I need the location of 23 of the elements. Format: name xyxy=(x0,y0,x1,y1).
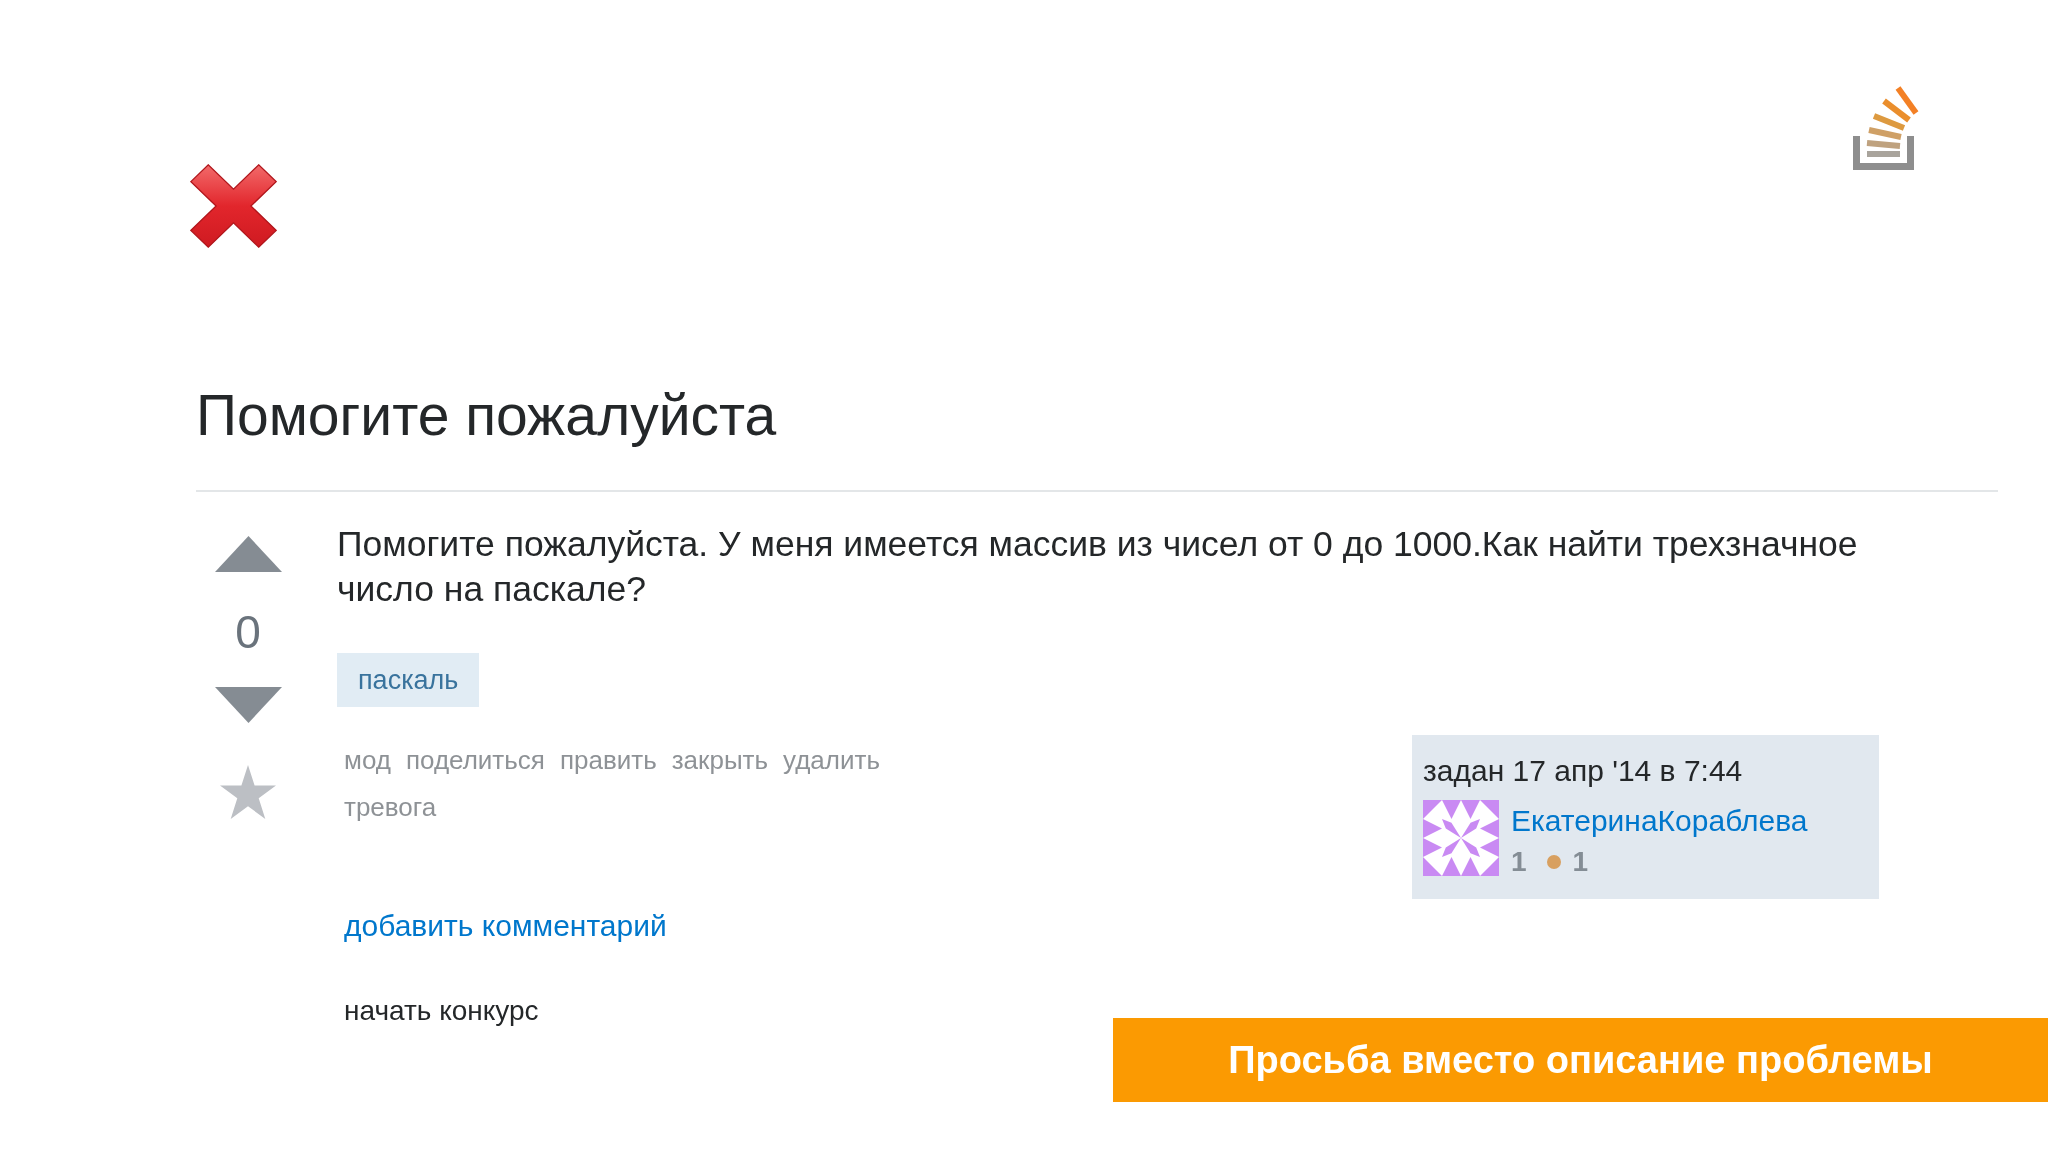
post-menu-link[interactable]: поделиться xyxy=(405,737,545,784)
question-body: Помогите пожалуйста. У меня имеется массив из чисел от 0 до 1000.Как найти трехзначное число на паскале? xyxy=(337,523,1859,611)
post-menu-link[interactable]: закрыть xyxy=(671,737,769,784)
downvote-arrow-icon[interactable] xyxy=(214,687,282,723)
post-menu-link[interactable]: тревога xyxy=(344,784,437,831)
caption-banner: Просьба вместо описание проблемы xyxy=(1113,1018,2048,1102)
badge-count: 1 xyxy=(1572,846,1589,878)
stacked-bars-logo-icon xyxy=(1853,85,1920,170)
post-menu-link[interactable]: править xyxy=(559,737,657,784)
start-bounty-link[interactable]: начать конкурс xyxy=(344,991,539,1031)
cross-mark-icon xyxy=(190,164,277,248)
tag[interactable]: паскаль xyxy=(337,653,480,707)
reputation-count: 1 xyxy=(1511,846,1527,878)
post-menu-link[interactable]: мод xyxy=(344,737,391,784)
user-name-link[interactable]: ЕкатеринаКораблева xyxy=(1511,803,1808,839)
star-icon[interactable] xyxy=(220,765,276,819)
vote-count: 0 xyxy=(235,607,261,657)
avatar-icon[interactable] xyxy=(1423,800,1499,876)
asked-date-text: задан 17 апр '14 в 7:44 xyxy=(1423,753,1744,789)
post-menu-link[interactable]: удалить xyxy=(783,737,880,784)
question-title: Помогите пожалуйста xyxy=(196,382,777,449)
add-comment-link[interactable]: добавить комментарий xyxy=(344,906,667,946)
upvote-arrow-icon[interactable] xyxy=(214,536,282,572)
